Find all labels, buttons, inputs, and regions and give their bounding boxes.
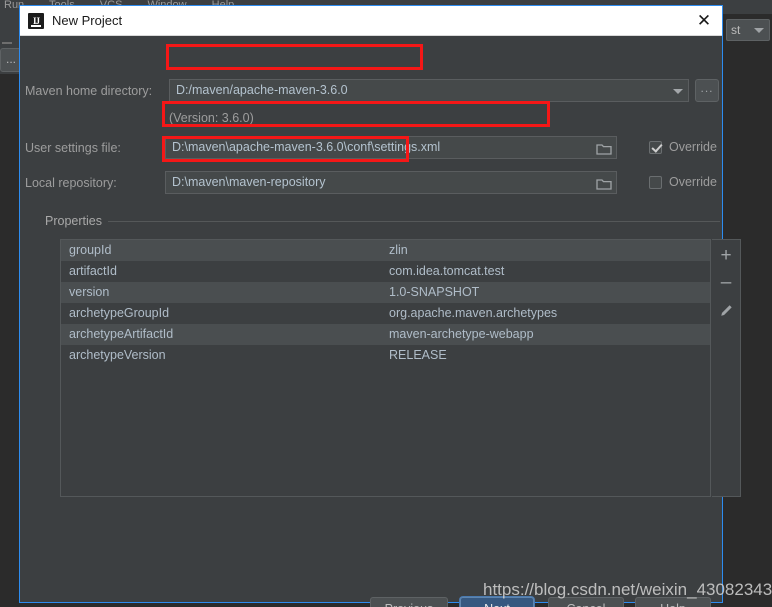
dialog-body: Maven home directory: D:/maven/apache-ma…: [20, 36, 741, 607]
user-settings-folder-button[interactable]: [592, 136, 617, 159]
table-row[interactable]: groupId zlin: [61, 240, 710, 261]
properties-table-toolbar: + –: [712, 239, 741, 497]
table-row[interactable]: artifactId com.idea.tomcat.test: [61, 261, 710, 282]
maven-home-input[interactable]: D:/maven/apache-maven-3.6.0: [169, 79, 689, 102]
property-key: version: [69, 285, 110, 299]
previous-button-label: Previous: [385, 602, 434, 607]
ide-strip-tick: [2, 42, 12, 44]
user-settings-override-checkbox[interactable]: [649, 141, 662, 154]
new-project-dialog: IJ New Project ✕ Maven home directory: D…: [19, 5, 741, 607]
maven-home-dropdown-button[interactable]: [667, 79, 689, 102]
maven-home-browse-button[interactable]: ...: [695, 79, 719, 102]
dialog-title-bar: IJ New Project ✕: [20, 6, 722, 36]
user-settings-input[interactable]: D:\maven\apache-maven-3.6.0\conf\setting…: [165, 136, 614, 159]
screen: Run Tools VCS Window Help st ... IJ New …: [0, 0, 772, 607]
remove-property-button[interactable]: –: [715, 272, 737, 294]
local-repository-override-label: Override: [669, 175, 717, 189]
help-button-label: Help: [660, 602, 686, 607]
property-key: artifactId: [69, 264, 117, 278]
property-value: RELEASE: [389, 348, 447, 362]
user-settings-label: User settings file:: [25, 141, 121, 155]
previous-button[interactable]: Previous: [370, 597, 448, 607]
cancel-button-label: Cancel: [567, 602, 606, 607]
pencil-icon: [721, 305, 732, 316]
user-settings-override-label: Override: [669, 140, 717, 154]
dialog-title: New Project: [52, 13, 123, 28]
property-value: com.idea.tomcat.test: [389, 264, 505, 278]
local-repository-input[interactable]: D:\maven\maven-repository: [165, 171, 614, 194]
next-button-label: Next: [484, 602, 510, 607]
property-value: zlin: [389, 243, 408, 257]
property-key: archetypeVersion: [69, 348, 166, 362]
plus-icon: +: [720, 245, 732, 266]
close-icon[interactable]: ✕: [692, 10, 716, 32]
property-key: archetypeGroupId: [69, 306, 170, 320]
chevron-down-icon: [754, 28, 764, 33]
properties-group-title: Properties: [45, 214, 108, 228]
intellij-logo-icon: IJ: [28, 13, 44, 29]
property-key: groupId: [69, 243, 112, 257]
watermark: https://blog.csdn.net/weixin_43082343: [483, 580, 772, 599]
property-value: 1.0-SNAPSHOT: [389, 285, 480, 299]
folder-icon: [596, 144, 612, 155]
ide-background-combo[interactable]: st: [726, 19, 770, 41]
table-row[interactable]: archetypeVersion RELEASE: [61, 345, 710, 366]
maven-home-browse-label: ...: [700, 81, 714, 95]
ide-background-combo-label: st: [731, 23, 741, 37]
table-row[interactable]: archetypeArtifactId maven-archetype-weba…: [61, 324, 710, 345]
local-repository-folder-button[interactable]: [592, 171, 617, 194]
table-row[interactable]: version 1.0-SNAPSHOT: [61, 282, 710, 303]
chevron-down-icon: [673, 89, 683, 94]
edit-property-button[interactable]: [715, 300, 737, 322]
local-repository-label: Local repository:: [25, 176, 117, 190]
maven-version-hint: (Version: 3.6.0): [169, 111, 254, 125]
maven-home-label: Maven home directory:: [25, 84, 153, 98]
folder-icon: [596, 179, 612, 190]
local-repository-override-checkbox[interactable]: [649, 176, 662, 189]
property-value: org.apache.maven.archetypes: [389, 306, 558, 320]
ide-background-browse-label: ...: [5, 52, 16, 66]
add-property-button[interactable]: +: [715, 245, 737, 267]
property-value: maven-archetype-webapp: [389, 327, 534, 341]
minus-icon: –: [720, 272, 732, 293]
properties-table[interactable]: groupId zlin artifactId com.idea.tomcat.…: [60, 239, 711, 497]
table-row[interactable]: archetypeGroupId org.apache.maven.archet…: [61, 303, 710, 324]
properties-group-divider: [106, 221, 720, 222]
property-key: archetypeArtifactId: [69, 327, 174, 341]
